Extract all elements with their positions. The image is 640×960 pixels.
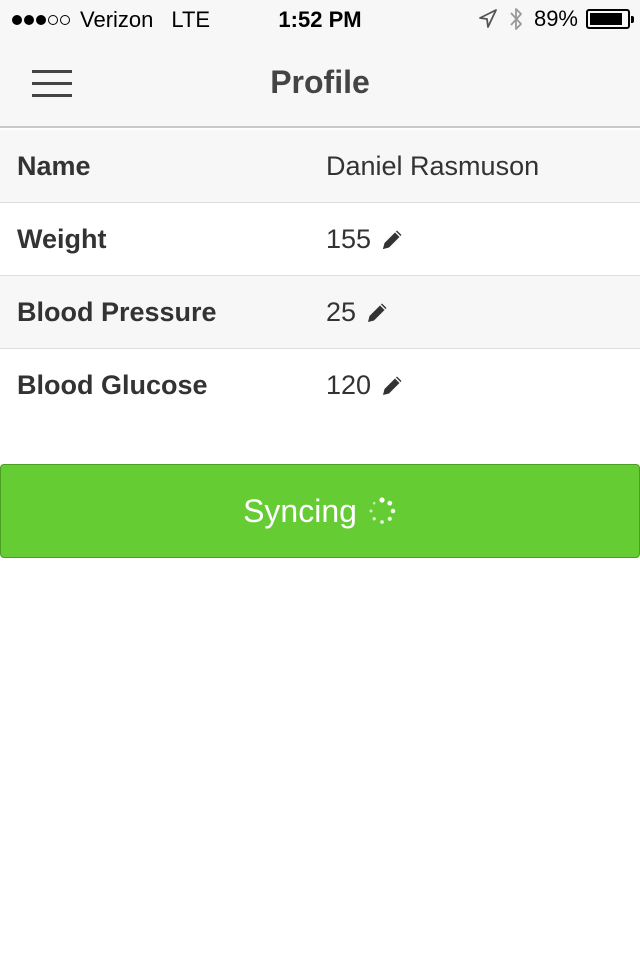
row-value: 120	[326, 370, 405, 401]
location-arrow-icon	[478, 8, 498, 30]
profile-list: Name Daniel Rasmuson Weight 155 Blood Pr…	[0, 130, 640, 422]
profile-row-blood-glucose: Blood Glucose 120	[0, 349, 640, 422]
row-label: Blood Pressure	[17, 297, 217, 327]
bluetooth-icon	[508, 6, 524, 32]
row-label: Name	[17, 151, 91, 181]
status-bar: Verizon LTE 1:52 PM 89%	[0, 0, 640, 40]
weight-value: 155	[326, 224, 372, 254]
blood-pressure-value: 25	[326, 297, 357, 327]
row-value: 155	[326, 224, 405, 255]
sync-button[interactable]: Syncing	[0, 464, 640, 558]
profile-row-blood-pressure: Blood Pressure 25	[0, 276, 640, 349]
row-value: 25	[326, 297, 390, 328]
row-label: Blood Glucose	[17, 370, 208, 400]
pencil-edit-icon[interactable]	[379, 227, 405, 253]
loading-spinner-icon	[367, 496, 397, 526]
battery-percent: 89%	[533, 6, 578, 31]
name-value: Daniel Rasmuson	[326, 151, 540, 181]
profile-row-name: Name Daniel Rasmuson	[0, 130, 640, 203]
sync-button-label: Syncing	[243, 492, 357, 529]
page-title: Profile	[270, 64, 370, 100]
row-value: Daniel Rasmuson	[326, 151, 539, 182]
nav-bar: Profile	[0, 40, 640, 128]
battery-icon	[586, 9, 634, 29]
profile-row-weight: Weight 155	[0, 203, 640, 276]
pencil-edit-icon[interactable]	[364, 300, 390, 326]
status-right: 89%	[478, 6, 634, 32]
battery-level-fill	[590, 13, 622, 25]
blood-glucose-value: 120	[326, 370, 372, 400]
row-label: Weight	[17, 224, 107, 254]
pencil-edit-icon[interactable]	[379, 373, 405, 399]
